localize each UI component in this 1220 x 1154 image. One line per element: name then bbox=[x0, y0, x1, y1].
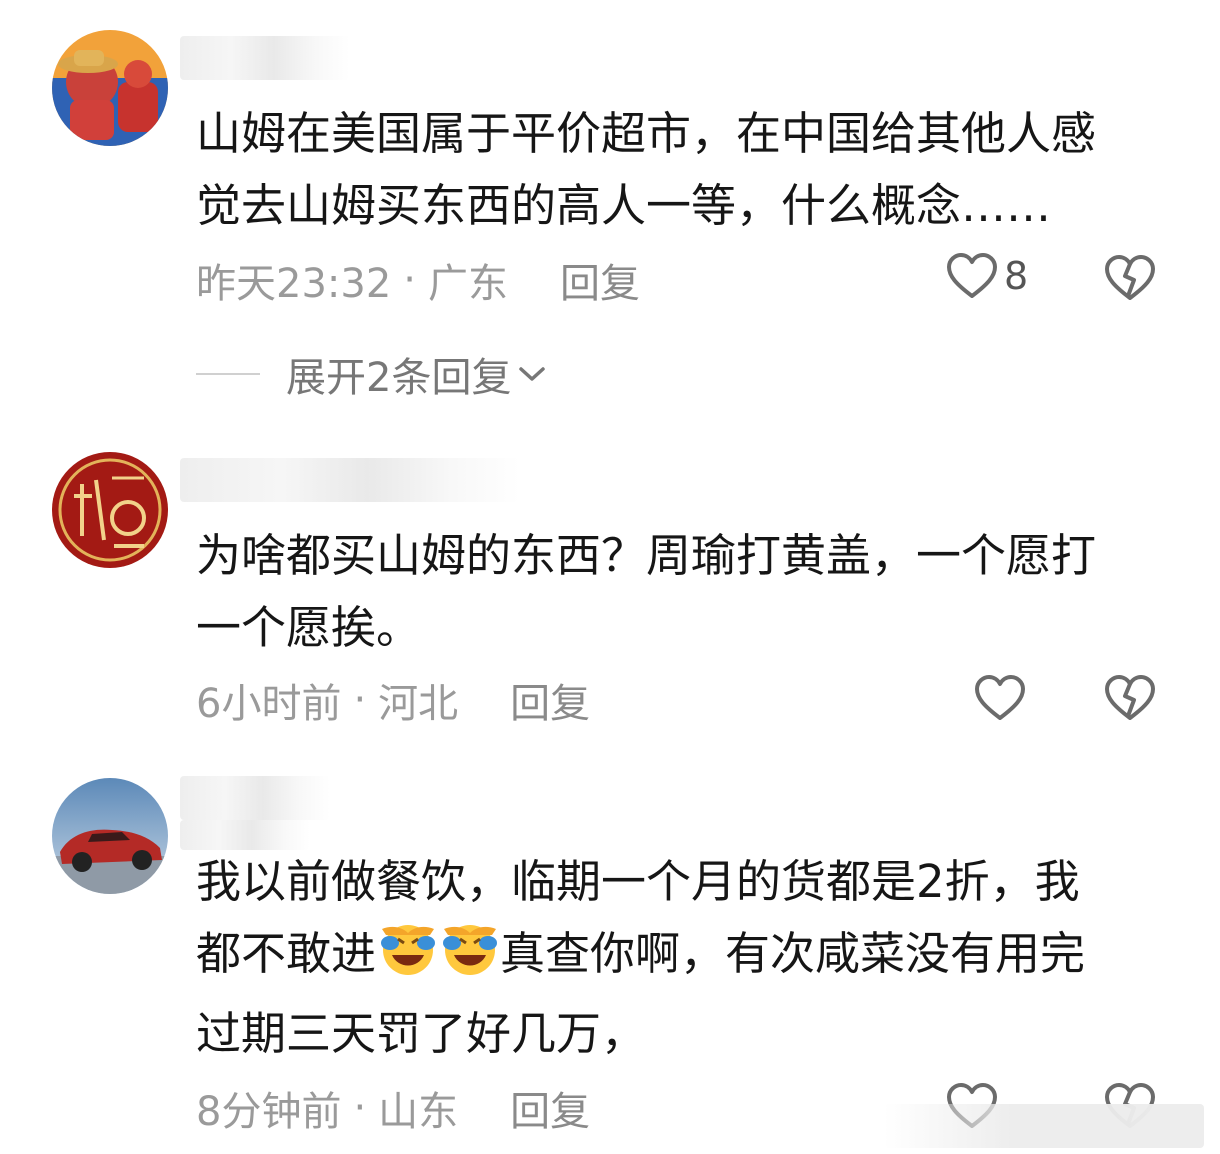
comment-location: 山东 bbox=[378, 1089, 459, 1135]
comment-time: 6小时前 bbox=[196, 681, 342, 727]
laughing-emoji-icon bbox=[438, 921, 500, 998]
expand-replies-label: 展开2条回复 bbox=[286, 355, 512, 401]
watermark-blurred bbox=[884, 1104, 1204, 1148]
reply-button[interactable]: 回复 bbox=[510, 671, 590, 729]
expand-replies-button[interactable]: 展开2条回复 bbox=[196, 344, 547, 404]
broken-heart-icon bbox=[1104, 254, 1156, 302]
comment-meta: 8分钟前 · 山东 回复 bbox=[196, 1078, 590, 1138]
comment-meta: 昨天23:32 · 广东 回复 bbox=[196, 250, 640, 310]
meta-separator: · bbox=[353, 677, 367, 723]
heart-outline-icon bbox=[946, 252, 998, 300]
reply-button[interactable]: 回复 bbox=[510, 1079, 590, 1137]
meta-separator: · bbox=[353, 1085, 367, 1131]
comment-meta: 6小时前 · 河北 回复 bbox=[196, 670, 590, 730]
username-blurred[interactable] bbox=[180, 776, 330, 820]
like-button[interactable] bbox=[974, 674, 1026, 722]
chevron-down-icon bbox=[517, 364, 547, 384]
like-count: 8 bbox=[1004, 254, 1029, 298]
comment-location: 广东 bbox=[428, 261, 508, 307]
reply-button[interactable]: 回复 bbox=[560, 251, 640, 309]
avatar[interactable] bbox=[52, 452, 168, 568]
username-blurred[interactable] bbox=[180, 458, 520, 502]
dislike-button[interactable] bbox=[1104, 254, 1156, 302]
comment-text: 为啥都买山姆的东西？周瑜打黄盖，一个愿打 一个愿挨。 bbox=[196, 529, 1097, 654]
heart-outline-icon bbox=[974, 674, 1026, 722]
comment-time: 昨天23:32 bbox=[196, 261, 392, 307]
laughing-emoji-icon bbox=[376, 921, 438, 998]
username-blurred[interactable] bbox=[180, 36, 350, 80]
meta-separator: · bbox=[403, 257, 416, 303]
divider-line bbox=[196, 373, 260, 375]
broken-heart-icon bbox=[1104, 674, 1156, 722]
avatar[interactable] bbox=[52, 778, 168, 894]
comment-text: 山姆在美国属于平价超市，在中国给其他人感 觉去山姆买东西的高人一等，什么概念…… bbox=[196, 107, 1097, 232]
comment-time: 8分钟前 bbox=[196, 1089, 342, 1135]
avatar[interactable] bbox=[52, 30, 168, 146]
comment-text: 我以前做餐饮，临期一个月的货都是2折，我 都不敢进 真查你啊，有次咸菜没有用完 … bbox=[196, 855, 1086, 1060]
dislike-button[interactable] bbox=[1104, 674, 1156, 722]
comment-location: 河北 bbox=[378, 681, 459, 727]
like-button[interactable]: 8 bbox=[946, 252, 1028, 300]
